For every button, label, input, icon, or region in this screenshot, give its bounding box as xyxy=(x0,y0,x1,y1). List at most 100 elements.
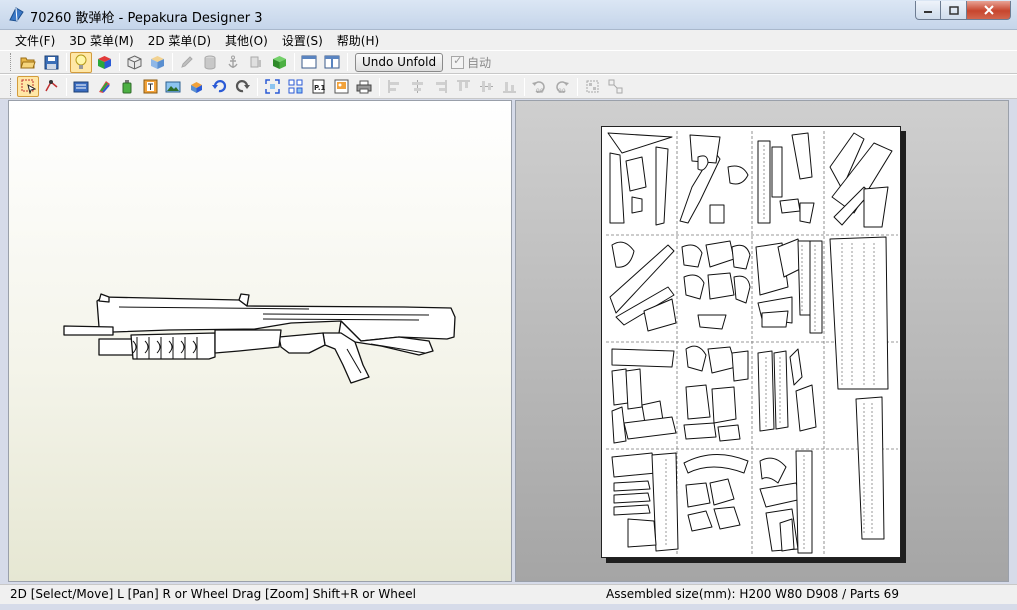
toolbar-grip[interactable] xyxy=(10,53,13,71)
status-mode-hint: 2D [Select/Move] L [Pan] R or Wheel Drag… xyxy=(10,587,416,601)
3d-view-panel[interactable] xyxy=(8,100,512,582)
text-box-button[interactable] xyxy=(139,76,161,97)
unfolded-parts-layout[interactable] xyxy=(602,127,902,559)
maximize-button[interactable] xyxy=(941,1,967,20)
wireframe-button[interactable] xyxy=(123,52,145,73)
align-left-button[interactable] xyxy=(383,76,405,97)
title-bar: 70260 散弹枪 - Pepakura Designer 3 xyxy=(0,0,1017,30)
menu-file[interactable]: 文件(F) xyxy=(8,32,62,49)
align-middle-icon xyxy=(479,81,493,92)
flap-icon xyxy=(73,81,89,92)
svg-text:90: 90 xyxy=(536,88,544,94)
color-display-button[interactable] xyxy=(93,52,115,73)
edit-button[interactable] xyxy=(176,52,198,73)
single-pane-button[interactable] xyxy=(298,52,320,73)
fit-view-icon xyxy=(264,79,280,94)
undo-unfold-button[interactable]: Undo Unfold xyxy=(355,52,444,72)
undo-arrow-icon xyxy=(211,80,226,93)
join-edges-button[interactable] xyxy=(40,76,62,97)
flap-button[interactable] xyxy=(70,76,92,97)
select-move-icon xyxy=(21,79,36,94)
split-pane-icon xyxy=(324,55,340,69)
rotate-90-ccw-button[interactable]: 90 xyxy=(528,76,550,97)
2d-view-panel[interactable] xyxy=(515,100,1009,582)
menu-2d[interactable]: 2D 菜单(D) xyxy=(141,32,218,49)
align-middle-button[interactable] xyxy=(475,76,497,97)
image-button[interactable] xyxy=(162,76,184,97)
green-cube-button[interactable] xyxy=(268,52,290,73)
status-bar: 2D [Select/Move] L [Pan] R or Wheel Drag… xyxy=(0,584,1017,604)
fit-view-button[interactable] xyxy=(261,76,283,97)
page-number-label: P.1 xyxy=(314,84,326,92)
texture-cube-icon xyxy=(150,55,164,69)
page-setup-button[interactable]: P.1 xyxy=(307,76,329,97)
align-bottom-icon xyxy=(502,82,516,93)
split-pane-button[interactable] xyxy=(321,52,343,73)
rotate-90-cw-icon: 90 xyxy=(556,81,569,94)
paint-button[interactable] xyxy=(93,76,115,97)
open-button[interactable] xyxy=(17,52,39,73)
auto-checkbox[interactable]: 自动 xyxy=(451,54,491,71)
svg-text:90: 90 xyxy=(558,88,566,94)
toolbar-grip-2[interactable] xyxy=(10,77,13,96)
rotate-part-button[interactable] xyxy=(185,76,207,97)
ungroup-button[interactable] xyxy=(604,76,626,97)
rotate-90-ccw-icon: 90 xyxy=(532,81,545,94)
lightbulb-icon xyxy=(75,54,87,69)
align-center-button[interactable] xyxy=(406,76,428,97)
window-title: 70260 散弹枪 - Pepakura Designer 3 xyxy=(30,11,263,26)
rotate-part-icon xyxy=(190,82,202,93)
anchor-icon xyxy=(228,55,238,68)
lighting-toggle-button[interactable] xyxy=(70,51,92,73)
paper-sheet[interactable] xyxy=(601,126,901,558)
save-icon xyxy=(44,55,58,69)
menu-other[interactable]: 其他(O) xyxy=(218,32,275,49)
align-top-icon xyxy=(456,80,470,91)
undo-button[interactable] xyxy=(208,76,230,97)
arrange-button[interactable] xyxy=(284,76,306,97)
bottle-icon xyxy=(122,80,132,94)
group-icon xyxy=(586,80,598,93)
align-top-button[interactable] xyxy=(452,76,474,97)
cylinder-button[interactable] xyxy=(199,52,221,73)
bottle-button[interactable] xyxy=(116,76,138,97)
page-icon: P.1 xyxy=(312,79,326,94)
pencil-icon xyxy=(181,56,193,68)
close-icon xyxy=(983,5,994,15)
export-image-icon xyxy=(334,79,348,94)
ungroup-icon xyxy=(608,79,622,94)
status-assembled-size: Assembled size(mm): H200 W80 D908 / Part… xyxy=(606,587,899,601)
save-button[interactable] xyxy=(40,52,62,73)
minimize-icon xyxy=(924,11,932,13)
auto-checkbox-label: 自动 xyxy=(467,55,492,70)
align-left-icon xyxy=(388,80,399,93)
anchor-button[interactable] xyxy=(222,52,244,73)
main-toolbar: Undo Unfold 自动 xyxy=(0,50,1017,74)
scale-button[interactable] xyxy=(245,52,267,73)
align-center-icon xyxy=(411,80,423,93)
cylinder-icon xyxy=(204,55,216,69)
menu-settings[interactable]: 设置(S) xyxy=(275,32,330,49)
texture-button[interactable] xyxy=(146,52,168,73)
menu-3d[interactable]: 3D 菜单(M) xyxy=(62,32,140,49)
minimize-button[interactable] xyxy=(915,1,941,20)
rotate-90-cw-button[interactable]: 90 xyxy=(551,76,573,97)
arrange-icon xyxy=(288,79,302,94)
menu-help[interactable]: 帮助(H) xyxy=(330,32,386,49)
color-cube-icon xyxy=(97,55,111,69)
group-button[interactable] xyxy=(581,76,603,97)
single-pane-icon xyxy=(301,55,317,69)
align-right-button[interactable] xyxy=(429,76,451,97)
export-image-button[interactable] xyxy=(330,76,352,97)
shotgun-3d-model[interactable] xyxy=(9,101,511,581)
close-button[interactable] xyxy=(967,1,1011,20)
align-bottom-button[interactable] xyxy=(498,76,520,97)
auto-checkbox-box[interactable] xyxy=(451,54,465,69)
redo-arrow-icon xyxy=(235,80,250,93)
print-button[interactable] xyxy=(353,76,375,97)
join-edges-icon xyxy=(44,80,57,92)
text-box-icon xyxy=(143,79,157,94)
select-move-button[interactable] xyxy=(17,76,39,97)
open-folder-icon xyxy=(20,57,36,69)
redo-button[interactable] xyxy=(231,76,253,97)
